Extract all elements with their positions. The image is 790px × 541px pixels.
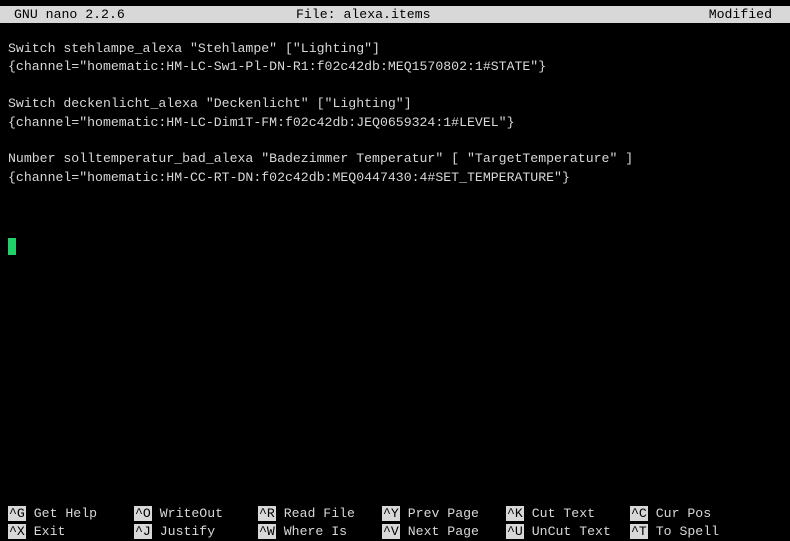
shortcut-key: ^R [258, 506, 276, 521]
shortcut-label: Cur Pos [647, 506, 712, 521]
shortcut-row: ^X Exit ^J Justify ^W Where Is ^V Next P… [8, 523, 788, 541]
shortcut-label: UnCut Text [523, 524, 611, 539]
shortcut-label: WriteOut [151, 506, 224, 521]
shortcut-uncut-text[interactable]: ^U UnCut Text [506, 523, 611, 541]
shortcut-label: Read File [275, 506, 355, 521]
shortcut-cur-pos[interactable]: ^C Cur Pos [630, 505, 711, 523]
shortcut-where-is[interactable]: ^W Where Is [258, 523, 347, 541]
shortcut-cut-text[interactable]: ^K Cut Text [506, 505, 595, 523]
editor-line[interactable]: Number solltemperatur_bad_alexa "Badezim… [8, 150, 783, 168]
editor-line[interactable] [8, 132, 783, 150]
shortcut-key: ^W [258, 524, 276, 539]
shortcut-label: Justify [151, 524, 216, 539]
editor-line[interactable]: Switch deckenlicht_alexa "Deckenlicht" [… [8, 95, 783, 113]
editor-line[interactable] [8, 77, 783, 95]
shortcut-key: ^G [8, 506, 26, 521]
shortcut-to-spell[interactable]: ^T To Spell [630, 523, 719, 541]
modified-status: Modified [708, 7, 772, 22]
shortcut-label: Exit [25, 524, 66, 539]
shortcut-read-file[interactable]: ^R Read File [258, 505, 355, 523]
editor-text-area[interactable]: Switch stehlampe_alexa "Stehlampe" ["Lig… [8, 40, 783, 187]
shortcut-exit[interactable]: ^X Exit [8, 523, 65, 541]
shortcut-next-page[interactable]: ^V Next Page [382, 523, 479, 541]
shortcut-key: ^U [506, 524, 524, 539]
nano-title-bar: GNU nano 2.2.6 File: alexa.items Modifie… [0, 6, 790, 23]
shortcut-label: Get Help [25, 506, 98, 521]
shortcut-key: ^O [134, 506, 152, 521]
editor-line[interactable]: {channel="homematic:HM-LC-Dim1T-FM:f02c4… [8, 114, 783, 132]
shortcut-prev-page[interactable]: ^Y Prev Page [382, 505, 479, 523]
shortcut-label: Cut Text [523, 506, 596, 521]
shortcut-label: Prev Page [399, 506, 479, 521]
editor-line[interactable]: {channel="homematic:HM-LC-Sw1-Pl-DN-R1:f… [8, 58, 783, 76]
shortcut-bar: ^G Get Help ^O WriteOut ^R Read File ^Y … [8, 505, 788, 541]
shortcut-row: ^G Get Help ^O WriteOut ^R Read File ^Y … [8, 505, 788, 523]
shortcut-key: ^C [630, 506, 648, 521]
shortcut-label: To Spell [647, 524, 720, 539]
shortcut-get-help[interactable]: ^G Get Help [8, 505, 97, 523]
text-cursor [8, 238, 16, 255]
shortcut-writeout[interactable]: ^O WriteOut [134, 505, 223, 523]
shortcut-label: Where Is [275, 524, 348, 539]
shortcut-key: ^K [506, 506, 524, 521]
shortcut-label: Next Page [399, 524, 479, 539]
shortcut-key: ^Y [382, 506, 400, 521]
shortcut-key: ^T [630, 524, 648, 539]
editor-line[interactable]: {channel="homematic:HM-CC-RT-DN:f02c42db… [8, 169, 783, 187]
nano-version: GNU nano 2.2.6 [14, 7, 125, 22]
shortcut-key: ^J [134, 524, 152, 539]
shortcut-justify[interactable]: ^J Justify [134, 523, 215, 541]
shortcut-key: ^X [8, 524, 26, 539]
file-name: File: alexa.items [296, 7, 431, 22]
editor-line[interactable]: Switch stehlampe_alexa "Stehlampe" ["Lig… [8, 40, 783, 58]
shortcut-key: ^V [382, 524, 400, 539]
